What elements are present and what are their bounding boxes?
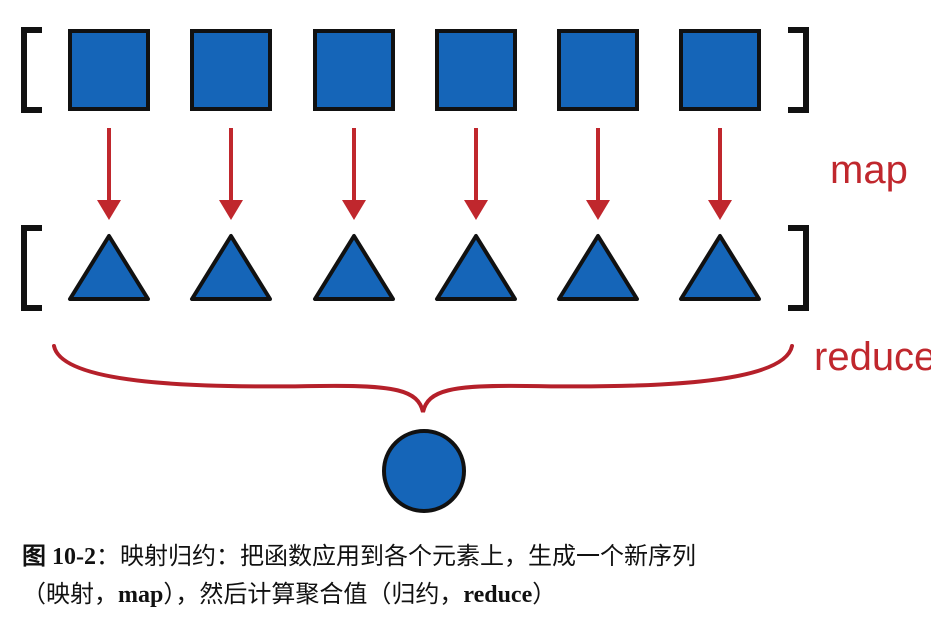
- mapped-triangle: [68, 234, 150, 301]
- mapped-left-bracket: [21, 225, 42, 311]
- reduce-brace: [52, 344, 794, 413]
- map-arrow: [342, 128, 366, 220]
- map-label: map: [830, 148, 908, 192]
- caption-text-2a: （映射，: [22, 580, 118, 608]
- mapped-triangle: [313, 234, 395, 301]
- caption-text-2b: ），然后计算聚合值（归约，: [163, 580, 464, 608]
- input-square: [557, 29, 639, 111]
- map-arrow: [586, 128, 610, 220]
- caption-map-word: map: [118, 582, 164, 608]
- mapped-triangle: [557, 234, 639, 301]
- mapped-right-bracket: [788, 225, 809, 311]
- input-square: [190, 29, 272, 111]
- input-square: [313, 29, 395, 111]
- caption-text-1: ：映射归约：把函数应用到各个元素上，生成一个新序列: [96, 542, 696, 570]
- caption-text-2c: ）: [532, 580, 557, 608]
- map-arrow: [97, 128, 121, 220]
- caption-reduce-word: reduce: [463, 582, 533, 608]
- input-square: [435, 29, 517, 111]
- reduce-result-circle: [382, 429, 466, 513]
- map-arrow: [219, 128, 243, 220]
- input-left-bracket: [21, 27, 42, 113]
- map-arrow: [464, 128, 488, 220]
- mapped-triangle: [679, 234, 761, 301]
- figure-caption-line2: （映射，map），然后计算聚合值（归约，reduce）: [22, 578, 912, 611]
- map-arrow: [708, 128, 732, 220]
- mapped-triangle: [435, 234, 517, 301]
- figure-caption-line1: 图 10-2：映射归约：把函数应用到各个元素上，生成一个新序列: [22, 540, 912, 573]
- map-reduce-diagram: map reduce: [21, 27, 931, 513]
- input-square: [679, 29, 761, 111]
- input-square: [68, 29, 150, 111]
- input-right-bracket: [788, 27, 809, 113]
- figure-number: 图 10-2: [22, 544, 96, 570]
- mapped-triangle: [190, 234, 272, 301]
- reduce-label: reduce: [814, 335, 931, 379]
